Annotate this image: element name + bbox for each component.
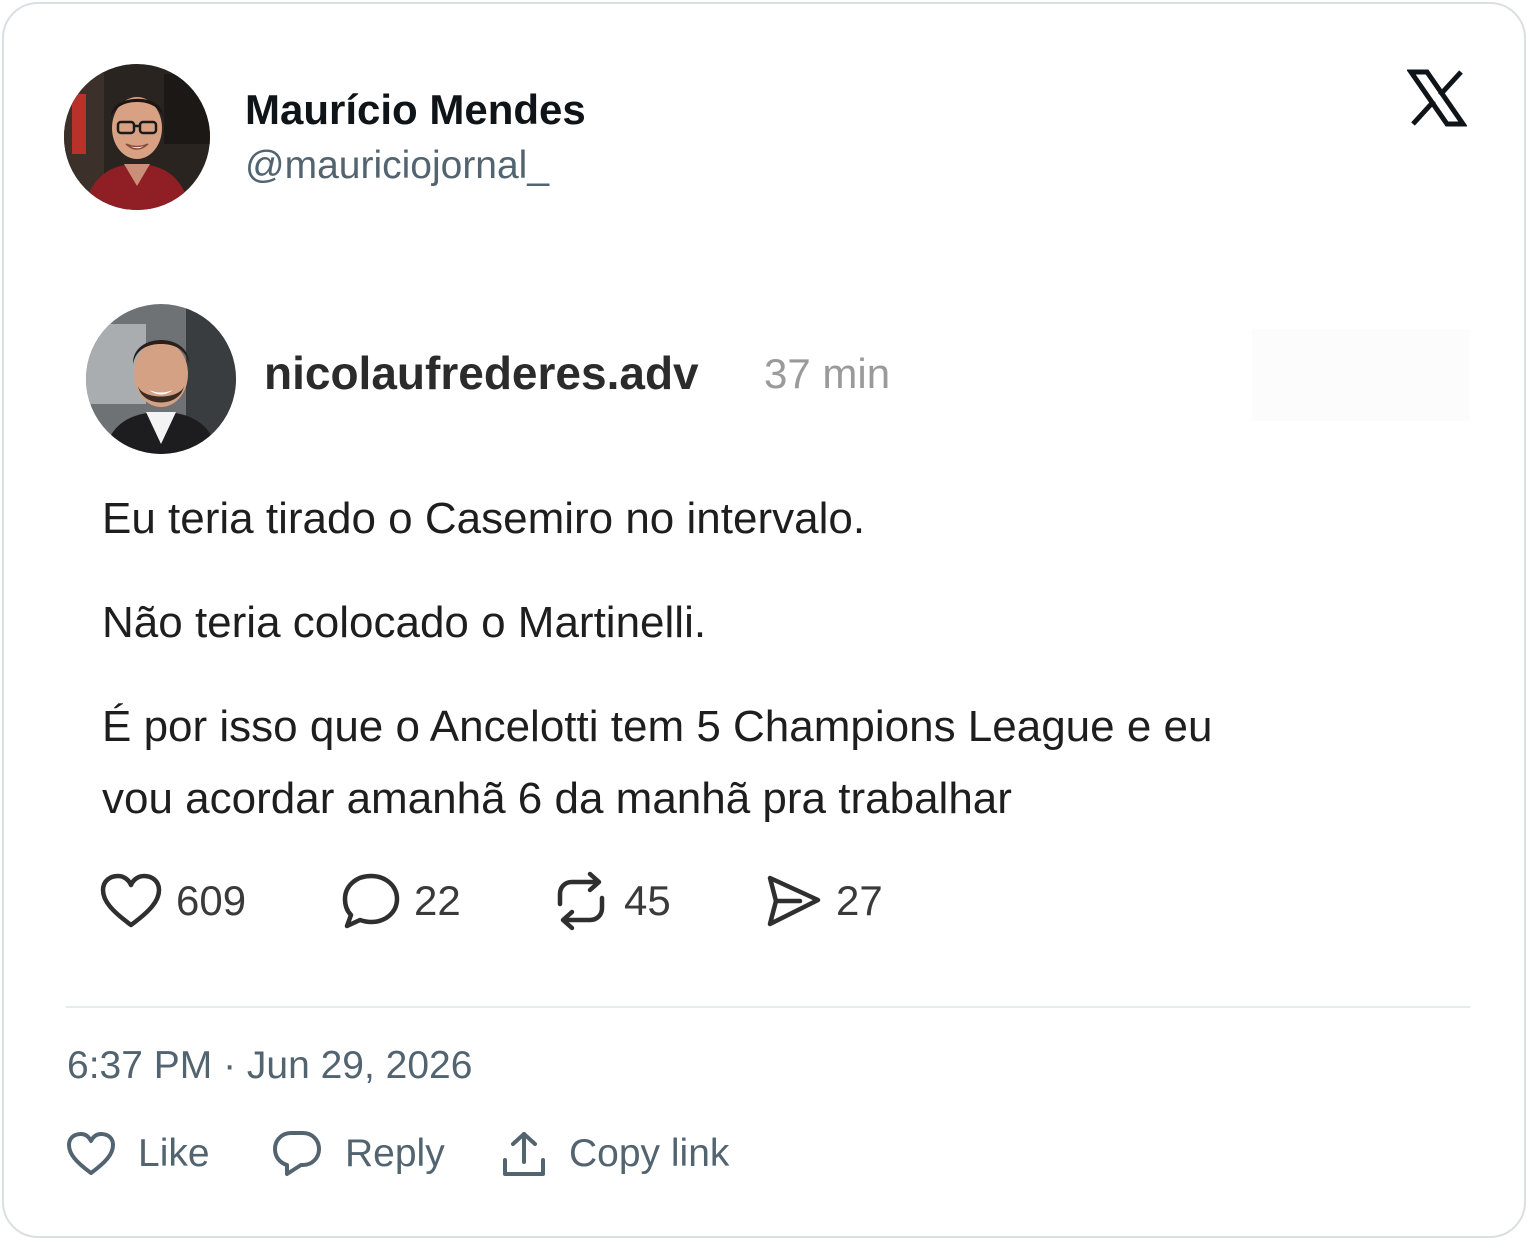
heart-icon — [67, 1132, 115, 1175]
embedded-likes-count: 609 — [176, 877, 247, 924]
comment-icon — [342, 873, 400, 929]
x-logo-icon[interactable] — [1406, 68, 1468, 128]
reply-button[interactable]: Reply — [271, 1129, 501, 1179]
embedded-reposts: 45 — [550, 870, 762, 932]
embedded-comments-count: 22 — [414, 877, 461, 924]
post-timestamp[interactable]: 6:37 PM · Jun 29, 2026 — [67, 1044, 472, 1088]
embedded-shares-count: 27 — [836, 877, 883, 924]
like-button[interactable]: Like — [66, 1131, 271, 1177]
embedded-username: nicolaufrederes.adv — [264, 347, 699, 399]
embedded-avatar — [86, 304, 236, 454]
send-icon — [767, 875, 821, 927]
embedded-post-image: nicolaufrederes.adv 37 min Eu teria tira… — [64, 294, 1474, 974]
embedded-avatar-image — [86, 304, 236, 454]
embedded-text-line: É por isso que o Ancelotti tem 5 Champio… — [102, 702, 1213, 751]
embedded-reposts-count: 45 — [624, 877, 671, 924]
repost-icon — [557, 871, 605, 931]
embedded-text-line: vou acordar amanhã 6 da manhã pra trabal… — [102, 774, 1012, 823]
embedded-comments: 22 — [340, 870, 550, 932]
like-label: Like — [138, 1132, 210, 1175]
divider — [66, 1006, 1470, 1008]
author-avatar[interactable] — [64, 64, 210, 210]
embedded-time: 37 min — [764, 350, 891, 397]
embedded-text-line: Não teria colocado o Martinelli. — [102, 598, 707, 647]
copy-link-button[interactable]: Copy link — [501, 1130, 729, 1178]
embedded-text-line: Eu teria tirado o Casemiro no intervalo. — [102, 494, 866, 543]
share-upload-icon — [503, 1132, 545, 1176]
post-card: Maurício Mendes @mauriciojornal_ nicolau… — [2, 2, 1526, 1238]
copy-link-label: Copy link — [569, 1132, 730, 1175]
reply-label: Reply — [345, 1132, 445, 1175]
reply-icon — [273, 1131, 321, 1176]
embedded-shares: 27 — [762, 870, 883, 932]
heart-icon — [100, 873, 162, 928]
action-bar: Like Reply Copy link — [66, 1122, 729, 1186]
embedded-likes: 609 — [98, 871, 340, 931]
author-handle[interactable]: @mauriciojornal_ — [245, 144, 549, 188]
author-name[interactable]: Maurício Mendes — [245, 86, 586, 134]
embedded-stats-row: 609 22 45 27 — [98, 866, 883, 936]
embedded-blank-area — [1252, 329, 1470, 421]
author-avatar-image — [64, 64, 210, 210]
